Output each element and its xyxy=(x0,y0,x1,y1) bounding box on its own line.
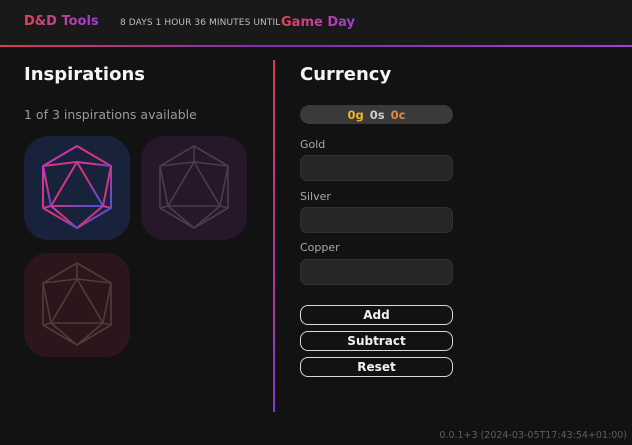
currency-title: Currency xyxy=(300,64,392,85)
reset-button[interactable]: Reset xyxy=(300,357,453,377)
copper-input[interactable] xyxy=(300,259,453,285)
gold-input[interactable] xyxy=(300,155,453,181)
top-bar: D&D Tools 8 DAYS 1 HOUR 36 MINUTES UNTIL… xyxy=(0,0,632,47)
countdown-text: 8 DAYS 1 HOUR 36 MINUTES UNTIL xyxy=(120,18,281,28)
copper-label: Copper xyxy=(300,241,340,254)
header-divider xyxy=(0,45,632,47)
silver-label: Silver xyxy=(300,190,331,203)
column-divider xyxy=(273,60,275,412)
inspirations-title: Inspirations xyxy=(24,64,145,85)
silver-input[interactable] xyxy=(300,207,453,233)
silver-total: 0s xyxy=(369,107,385,122)
currency-summary: 0g 0s 0c xyxy=(300,105,453,124)
version-label: 0.0.1+3 (2024-03-05T17:43:54+01:00) xyxy=(439,430,627,441)
d20-icon xyxy=(42,262,112,346)
subtract-button[interactable]: Subtract xyxy=(300,331,453,351)
copper-total: 0c xyxy=(390,107,406,122)
gold-label: Gold xyxy=(300,138,326,151)
inspiration-die-3[interactable] xyxy=(24,253,130,357)
app-title[interactable]: D&D Tools xyxy=(24,14,99,29)
inspiration-die-1[interactable] xyxy=(24,136,130,240)
event-name: Game Day xyxy=(281,15,355,30)
gold-total: 0g xyxy=(347,107,364,122)
d20-icon xyxy=(159,145,229,229)
add-button[interactable]: Add xyxy=(300,305,453,325)
inspiration-die-2[interactable] xyxy=(141,136,247,240)
d20-icon xyxy=(42,145,112,229)
inspirations-status: 1 of 3 inspirations available xyxy=(24,107,197,122)
